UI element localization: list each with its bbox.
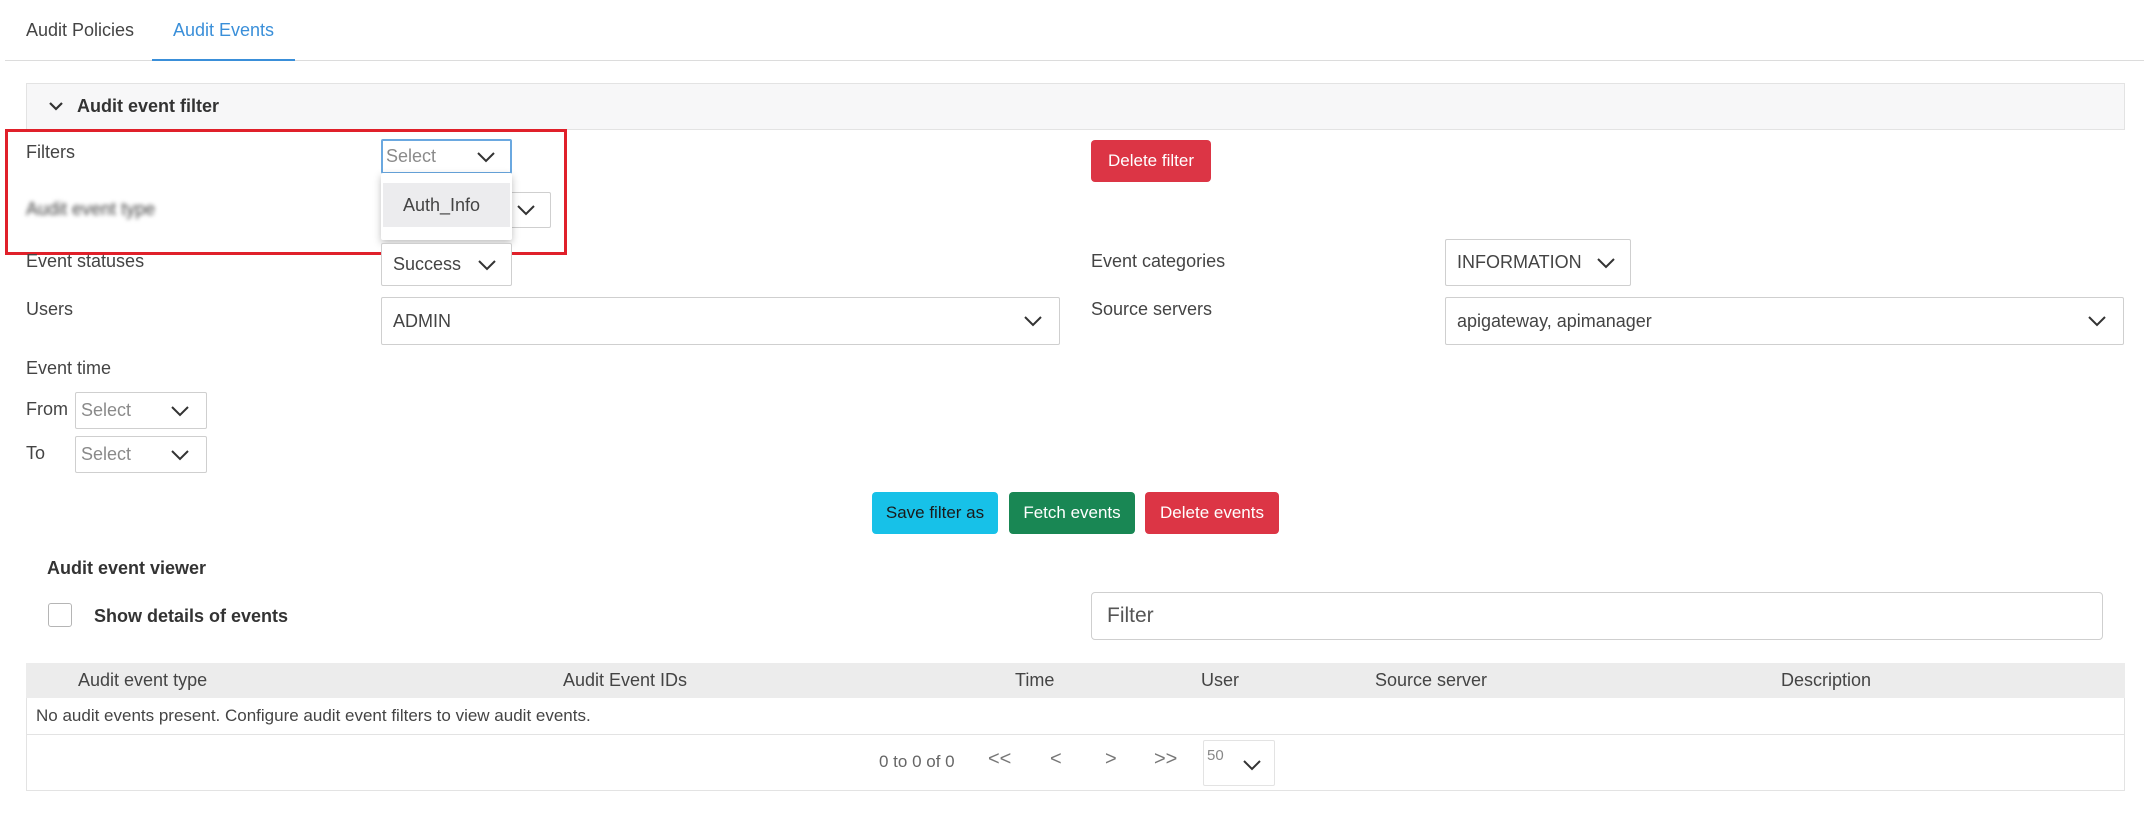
first-page-button[interactable]: << bbox=[988, 748, 1011, 771]
from-label: From bbox=[26, 399, 68, 419]
show-details-checkbox[interactable] bbox=[48, 603, 72, 627]
table-header: Audit event type Audit Event IDs Time Us… bbox=[26, 663, 2125, 698]
fetch-events-button[interactable]: Fetch events bbox=[1009, 492, 1135, 534]
chevron-down-icon bbox=[478, 259, 496, 270]
from-date-value: Select bbox=[81, 400, 132, 420]
source-servers-value: apigateway, apimanager bbox=[1457, 311, 1652, 331]
column-header-user[interactable]: User bbox=[1201, 663, 1239, 698]
users-value: ADMIN bbox=[393, 311, 451, 331]
users-select[interactable]: ADMIN bbox=[381, 297, 1060, 345]
tab-bar: Audit Policies Audit Events bbox=[5, 0, 2144, 61]
next-page-button[interactable]: > bbox=[1105, 748, 1117, 771]
to-date-value: Select bbox=[81, 444, 132, 464]
table-row: No audit events present. Configure audit… bbox=[26, 698, 2125, 735]
source-servers-select[interactable]: apigateway, apimanager bbox=[1445, 297, 2124, 345]
page-size-value: 50 bbox=[1207, 747, 1224, 764]
to-label: To bbox=[26, 443, 46, 463]
event-time-label: Event time bbox=[26, 358, 112, 378]
tab-audit-events[interactable]: Audit Events bbox=[152, 0, 295, 61]
filter-input[interactable] bbox=[1091, 592, 2103, 640]
event-categories-value: INFORMATION bbox=[1457, 252, 1582, 272]
from-date-select[interactable]: Select bbox=[75, 392, 207, 429]
event-categories-label: Event categories bbox=[1091, 251, 1226, 271]
chevron-down-icon bbox=[171, 449, 189, 460]
highlight-box bbox=[5, 129, 567, 255]
panel-title: Audit event filter bbox=[77, 96, 220, 116]
event-statuses-label: Event statuses bbox=[26, 251, 145, 271]
delete-events-button[interactable]: Delete events bbox=[1145, 492, 1279, 534]
empty-message: No audit events present. Configure audit… bbox=[36, 706, 591, 725]
last-page-button[interactable]: >> bbox=[1154, 748, 1177, 771]
event-categories-select[interactable]: INFORMATION bbox=[1445, 239, 1631, 286]
chevron-down-icon bbox=[1597, 257, 1615, 268]
chevron-down-icon bbox=[2088, 316, 2106, 327]
column-header-audit-event-ids[interactable]: Audit Event IDs bbox=[563, 663, 687, 698]
audit-event-filter-header[interactable]: Audit event filter bbox=[26, 83, 2125, 130]
column-header-description[interactable]: Description bbox=[1781, 663, 1871, 698]
source-servers-label: Source servers bbox=[1091, 299, 1213, 319]
event-statuses-select[interactable]: Success bbox=[381, 243, 512, 286]
column-header-audit-event-type[interactable]: Audit event type bbox=[78, 663, 207, 698]
column-header-time[interactable]: Time bbox=[1015, 663, 1054, 698]
show-details-label: Show details of events bbox=[94, 606, 289, 626]
to-date-select[interactable]: Select bbox=[75, 436, 207, 473]
tab-audit-policies[interactable]: Audit Policies bbox=[26, 0, 134, 60]
chevron-down-icon bbox=[171, 405, 189, 416]
users-label: Users bbox=[26, 299, 74, 319]
audit-event-viewer-title: Audit event viewer bbox=[47, 558, 207, 578]
page-size-select[interactable]: 50 bbox=[1203, 740, 1275, 786]
chevron-down-icon bbox=[49, 102, 63, 111]
save-filter-as-button[interactable]: Save filter as bbox=[872, 492, 998, 534]
column-header-source-server[interactable]: Source server bbox=[1375, 663, 1487, 698]
chevron-down-icon bbox=[1024, 316, 1042, 327]
delete-filter-button[interactable]: Delete filter bbox=[1091, 140, 1211, 182]
pagination-summary: 0 to 0 of 0 bbox=[879, 752, 955, 771]
pagination-bar: 0 to 0 of 0 << < > >> 50 bbox=[26, 734, 2125, 791]
event-statuses-value: Success bbox=[393, 254, 462, 274]
chevron-down-icon bbox=[1243, 760, 1261, 771]
prev-page-button[interactable]: < bbox=[1050, 748, 1062, 771]
